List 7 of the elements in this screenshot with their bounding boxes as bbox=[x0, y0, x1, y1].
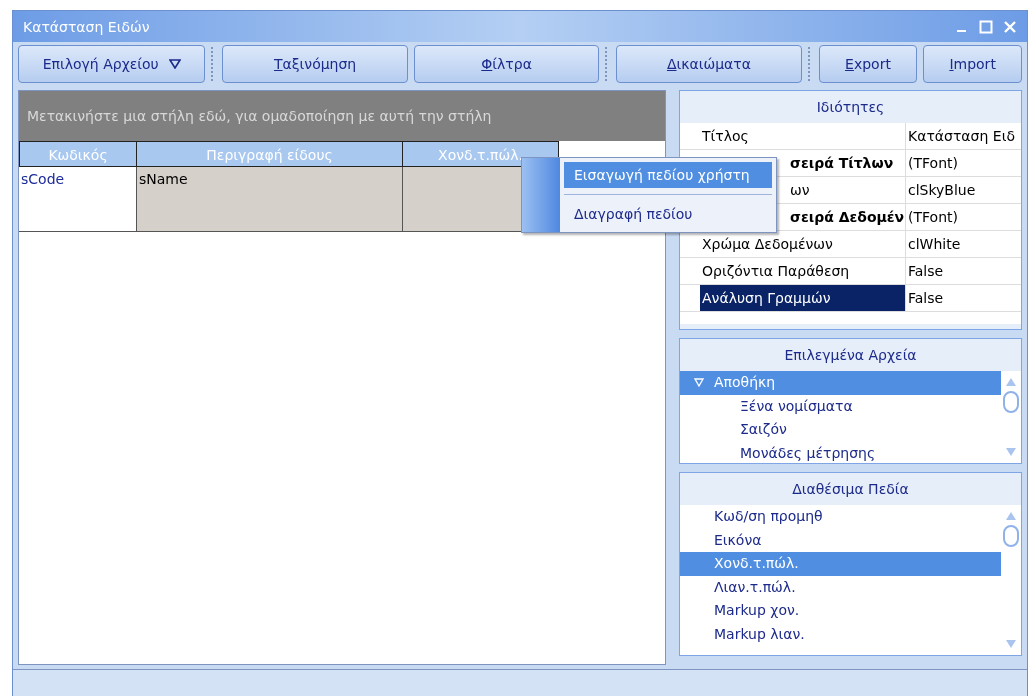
group-hint: Μετακινήστε μια στήλη εδώ, για ομαδοποίηση με αυτή την στήλη bbox=[27, 108, 492, 124]
panel-title: Ιδιότητες bbox=[815, 98, 886, 117]
panel-title: Επιλεγμένα Αρχεία bbox=[783, 346, 918, 365]
table-cell: sCode bbox=[19, 167, 137, 232]
panel-title: Διαθέσιμα Πεδία bbox=[791, 480, 910, 499]
window-title: Κατάσταση Ειδών bbox=[23, 18, 150, 35]
table-cell: sName bbox=[137, 167, 403, 232]
